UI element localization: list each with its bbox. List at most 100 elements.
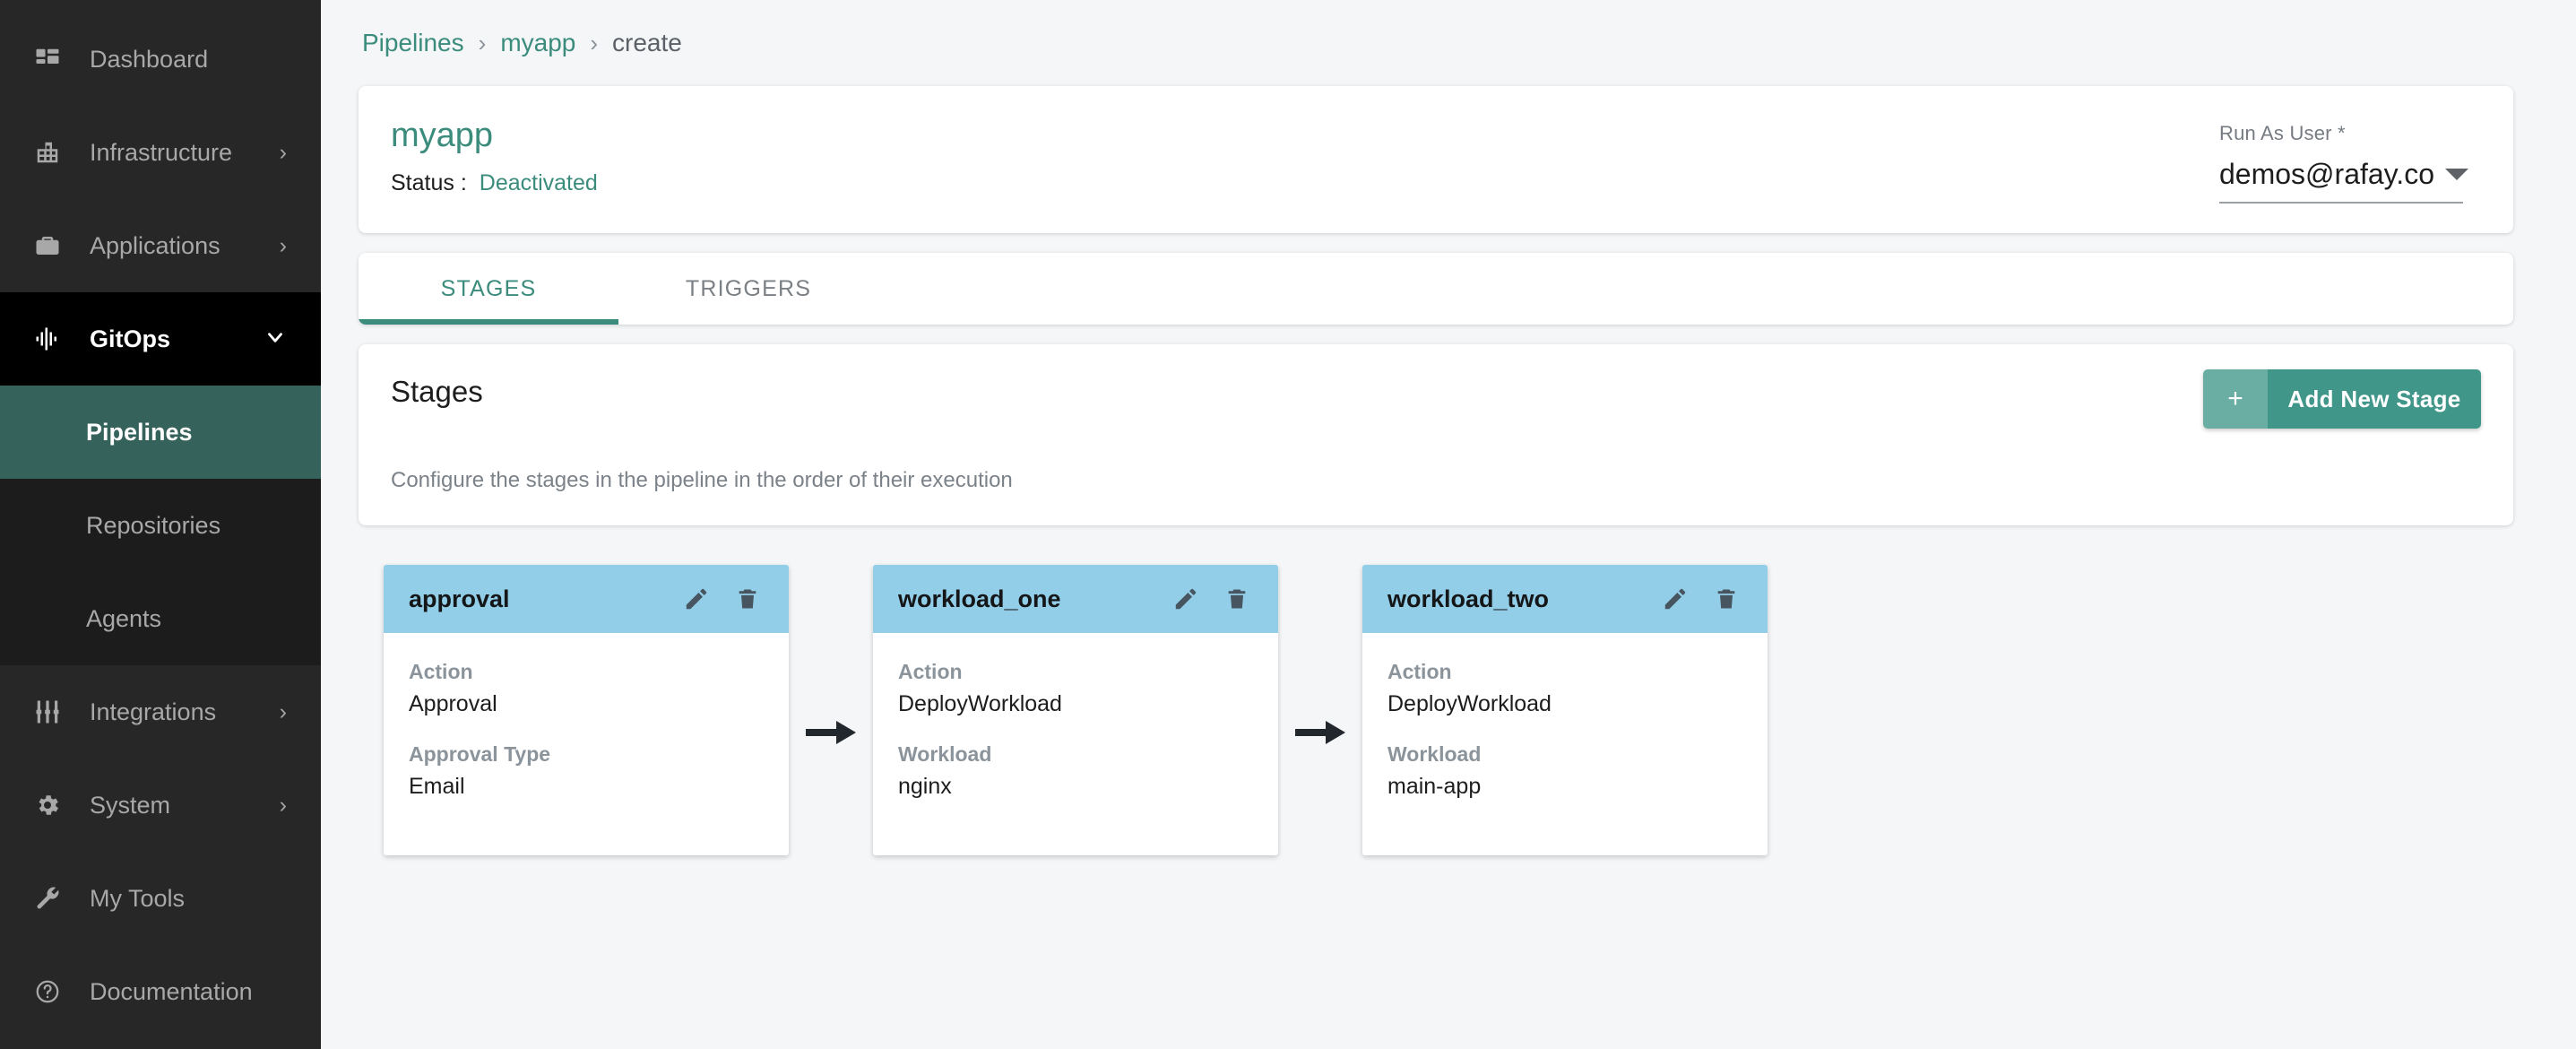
status-label: Status : — [391, 169, 467, 195]
sidebar-item-documentation[interactable]: Documentation — [0, 945, 321, 1038]
stage-card-body: Action DeployWorkload Workload nginx — [873, 633, 1278, 855]
pencil-icon[interactable] — [1662, 585, 1689, 612]
flow-arrow — [789, 565, 873, 748]
field-value: Email — [409, 774, 465, 799]
sidebar-item-label: GitOps — [90, 325, 171, 352]
sidebar-item-agents[interactable]: Agents — [0, 572, 321, 665]
waveform-icon — [34, 325, 73, 352]
stages-description: Configure the stages in the pipeline in … — [391, 468, 1013, 492]
field-value: main-app — [1387, 774, 1482, 799]
dashboard-grid-icon — [34, 46, 73, 73]
flow-arrow — [1278, 565, 1362, 748]
sidebar-subitem-label: Repositories — [86, 511, 221, 539]
field-label: Workload — [898, 742, 992, 766]
status-row: Status : Deactivated — [391, 170, 598, 196]
run-as-user-label: Run As User * — [2219, 122, 2346, 144]
sidebar-subitem-label: Agents — [86, 604, 162, 632]
tab-label: STAGES — [440, 275, 537, 301]
sidebar-item-my-tools[interactable]: My Tools — [0, 852, 321, 945]
stage-name: approval — [409, 585, 510, 612]
sidebar-item-label: Infrastructure — [90, 138, 233, 166]
run-as-user-select[interactable]: demos@rafay.co — [2219, 158, 2468, 204]
field-label: Approval Type — [409, 742, 551, 766]
tab-bar: STAGES TRIGGERS — [359, 253, 2513, 325]
pipeline-header-left: myapp Status : Deactivated — [391, 117, 598, 196]
sidebar-item-system[interactable]: System › — [0, 759, 321, 852]
gear-icon — [34, 792, 73, 819]
pipeline-header-panel: myapp Status : Deactivated Run As User *… — [359, 86, 2513, 233]
sidebar-subitem-label: Pipelines — [86, 418, 193, 446]
tab-triggers[interactable]: TRIGGERS — [618, 253, 878, 325]
sidebar-item-label: Documentation — [90, 977, 253, 1005]
sidebar-item-label: System — [90, 791, 171, 819]
stage-name: workload_two — [1387, 585, 1550, 612]
field-value: DeployWorkload — [1387, 691, 1552, 716]
chevron-right-icon: › — [279, 139, 287, 165]
help-circle-icon — [34, 978, 73, 1005]
sidebar-item-pipelines[interactable]: Pipelines — [0, 386, 321, 479]
field-value: DeployWorkload — [898, 691, 1062, 716]
briefcase-icon — [34, 232, 73, 259]
sidebar-item-label: Dashboard — [90, 45, 209, 73]
sliders-icon — [34, 698, 73, 725]
pencil-icon[interactable] — [683, 585, 710, 612]
add-new-stage-label: Add New Stage — [2268, 369, 2481, 429]
breadcrumb-separator: › — [590, 29, 599, 56]
chevron-right-icon: › — [279, 792, 287, 818]
sidebar-item-repositories[interactable]: Repositories — [0, 479, 321, 572]
breadcrumb-separator: › — [478, 29, 487, 56]
breadcrumb-create: create — [612, 29, 682, 56]
wrench-icon — [34, 885, 73, 912]
tab-stages[interactable]: STAGES — [359, 253, 618, 325]
stage-card-body: Action Approval Approval Type Email — [384, 633, 789, 855]
sidebar-item-label: Integrations — [90, 698, 217, 725]
tab-label: TRIGGERS — [685, 275, 812, 301]
field-value: Approval — [409, 691, 497, 716]
field-label: Action — [409, 660, 473, 683]
run-as-user-value: demos@rafay.co — [2219, 158, 2434, 190]
stage-card-body: Action DeployWorkload Workload main-app — [1362, 633, 1768, 855]
trash-icon[interactable] — [1714, 586, 1739, 611]
sidebar-item-label: My Tools — [90, 884, 186, 912]
field-label: Action — [898, 660, 963, 683]
stage-card-header: workload_two — [1362, 565, 1768, 633]
page-title: myapp — [391, 117, 494, 154]
breadcrumb-pipelines[interactable]: Pipelines — [362, 29, 464, 57]
stages-heading: Stages — [391, 375, 483, 408]
sidebar-item-gitops[interactable]: GitOps — [0, 292, 321, 386]
chevron-down-icon — [2444, 169, 2468, 180]
stage-card-header: approval — [384, 565, 789, 633]
arrow-right-icon — [1295, 721, 1345, 744]
plus-icon: + — [2203, 369, 2268, 429]
sidebar-item-dashboard[interactable]: Dashboard — [0, 13, 321, 106]
field-label: Action — [1387, 660, 1452, 683]
status-badge: Deactivated — [479, 169, 598, 195]
building-icon — [34, 139, 73, 166]
sidebar-item-applications[interactable]: Applications › — [0, 199, 321, 292]
sidebar-item-integrations[interactable]: Integrations › — [0, 665, 321, 759]
breadcrumb-myapp[interactable]: myapp — [500, 29, 575, 57]
add-new-stage-button[interactable]: + Add New Stage — [2203, 369, 2481, 429]
chevron-right-icon: › — [279, 698, 287, 724]
sidebar-item-infrastructure[interactable]: Infrastructure › — [0, 106, 321, 199]
stage-card[interactable]: approval Action Approval Approval Type E… — [384, 565, 789, 855]
trash-icon[interactable] — [735, 586, 760, 611]
stage-card-header: workload_one — [873, 565, 1278, 633]
sidebar: Dashboard Infrastructure › Applications … — [0, 0, 321, 1049]
arrow-right-icon — [806, 721, 856, 744]
trash-icon[interactable] — [1224, 586, 1249, 611]
stage-card[interactable]: workload_two Action DeployWorkload Workl… — [1362, 565, 1768, 855]
sidebar-gitops-submenu: Pipelines Repositories Agents — [0, 386, 321, 665]
sidebar-item-label: Applications — [90, 231, 220, 259]
field-value: nginx — [898, 774, 952, 799]
field-label: Workload — [1387, 742, 1482, 766]
stage-flow: approval Action Approval Approval Type E… — [359, 565, 2513, 855]
chevron-right-icon: › — [279, 232, 287, 258]
stage-name: workload_one — [898, 585, 1061, 612]
main-content: Pipelines › myapp › create myapp Status … — [321, 0, 2576, 1049]
run-as-user-group: Run As User * demos@rafay.co — [2219, 122, 2468, 204]
stages-panel: Stages Configure the stages in the pipel… — [359, 344, 2513, 525]
stage-card[interactable]: workload_one Action DeployWorkload Workl… — [873, 565, 1278, 855]
pencil-icon[interactable] — [1172, 585, 1199, 612]
chevron-down-icon — [264, 325, 287, 353]
